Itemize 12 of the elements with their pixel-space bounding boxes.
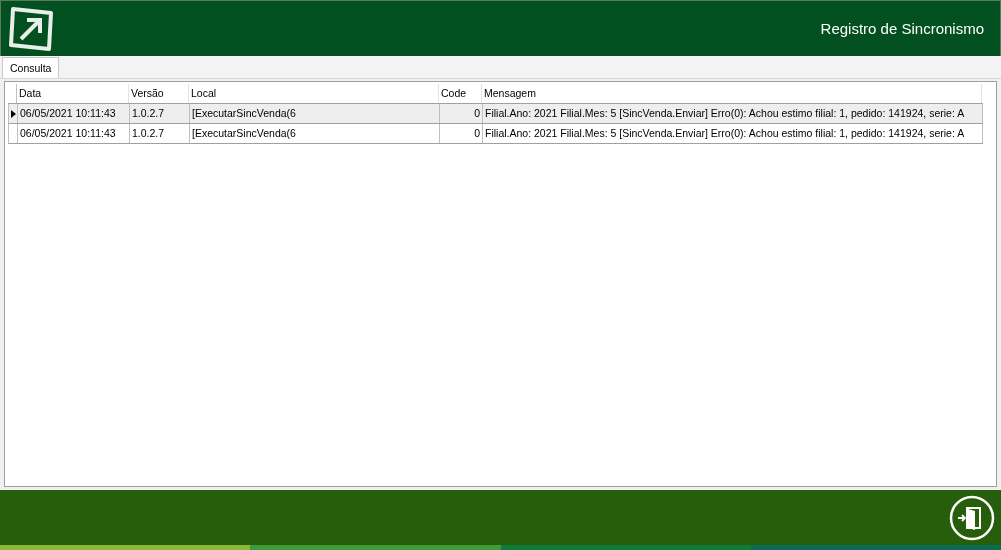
table-cell: Filial.Ano: 2021 Filial.Mes: 5 [SincVenda.Enviar] Erro(0): Achou estimo filial: 1, pedido: 141924, serie: A [483, 124, 983, 143]
table-cell: 06/05/2021 10:11:43 [18, 124, 130, 143]
row-pointer-icon [10, 109, 16, 118]
tab[interactable]: Consulta [2, 57, 60, 78]
table-row[interactable]: 06/05/2021 10:11:43 1.0.2.7 [ExecutarSincVenda(6 0 Filial.Ano: 2021 Filial.Mes: 5 [SincVenda.Enviar] Erro(0): Achou estimo filial: 1, pedido: 141924, serie: A [8, 103, 983, 123]
table-cell: 0 [440, 124, 483, 143]
window-title: Registro de Sincronismo [820, 20, 984, 37]
logo-icon [7, 4, 55, 53]
exit-button[interactable] [949, 494, 995, 541]
table-row[interactable]: 06/05/2021 10:11:43 1.0.2.7 [ExecutarSincVenda(6 0 Filial.Ano: 2021 Filial.Mes: 5 [SincVenda.Enviar] Erro(0): Achou estimo filial: 1, pedido: 141924, serie: A [8, 123, 983, 144]
table-cell: 1.0.2.7 [130, 124, 190, 143]
table-cell: [ExecutarSincVenda(6 [190, 124, 440, 143]
